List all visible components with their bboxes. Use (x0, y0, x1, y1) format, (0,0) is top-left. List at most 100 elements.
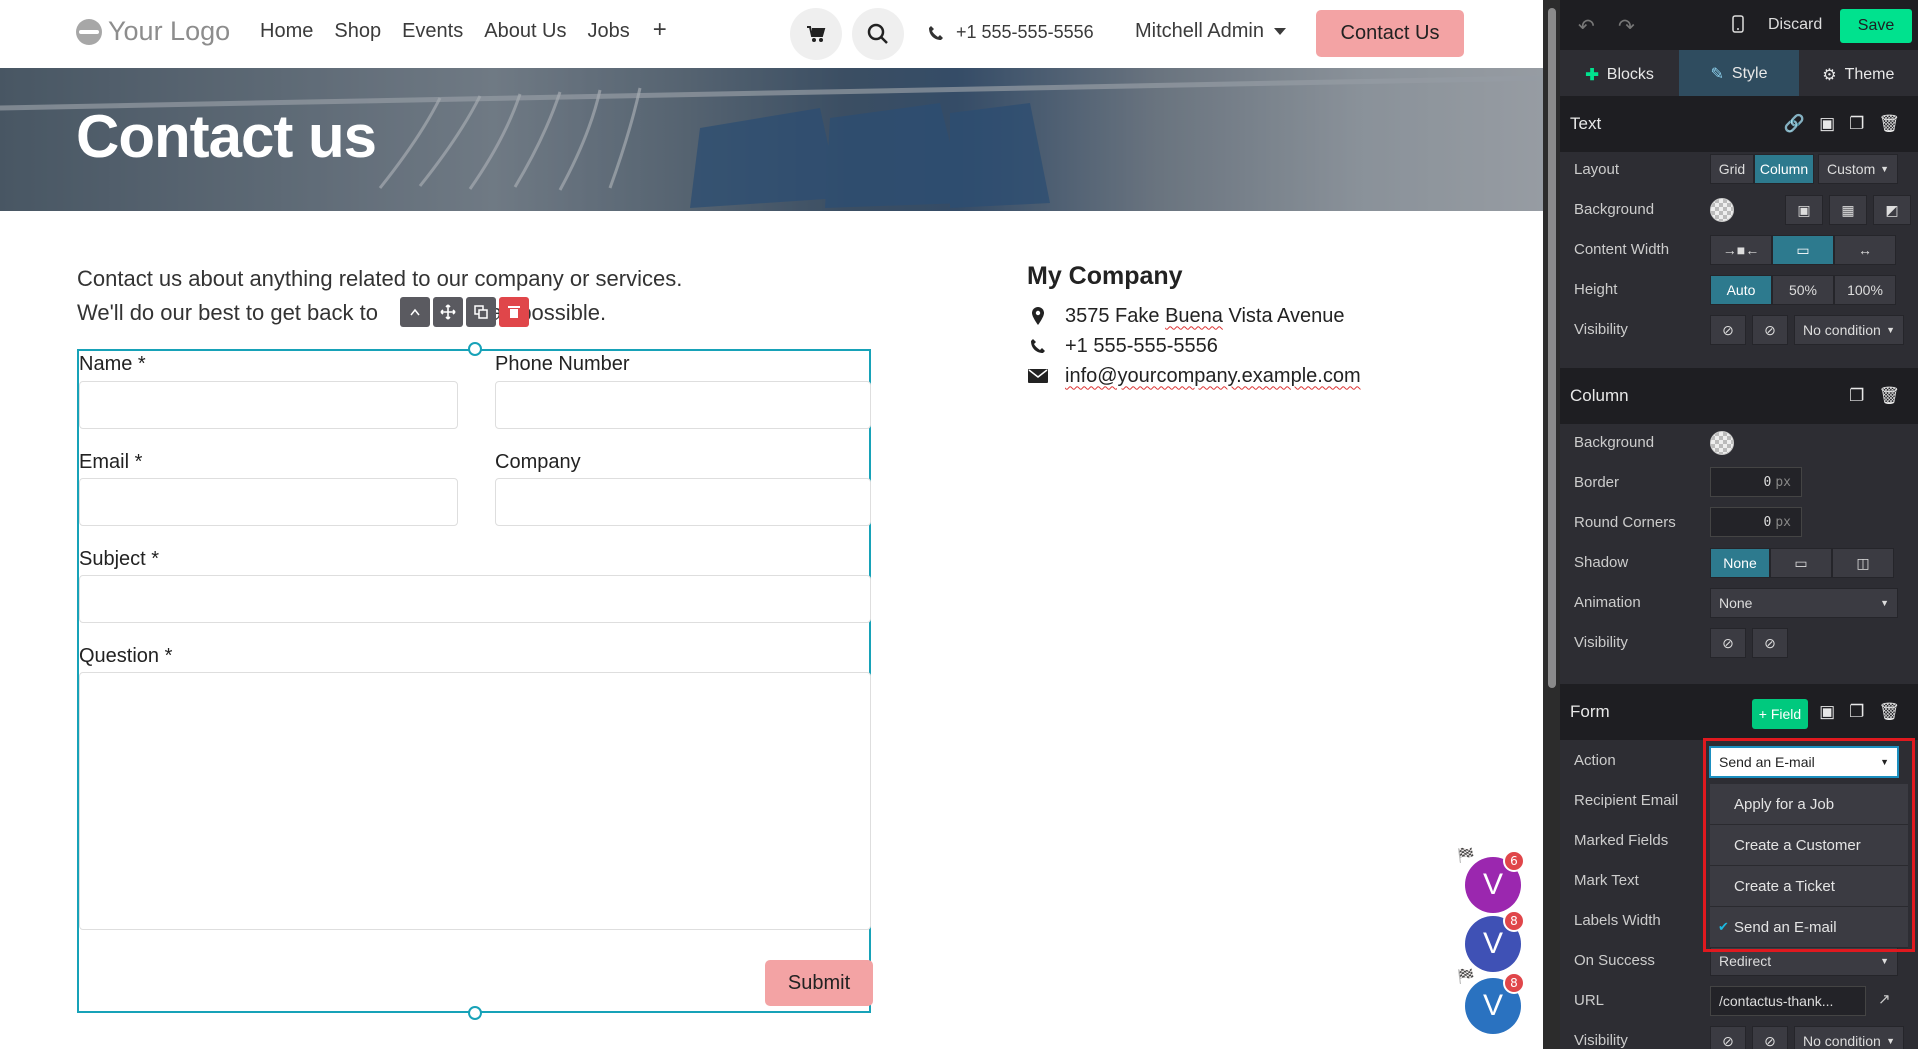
add-field-button[interactable]: + Field (1752, 699, 1808, 729)
action-option-create-ticket[interactable]: Create a Ticket (1710, 866, 1908, 907)
column-visibility-label: Visibility (1574, 634, 1628, 651)
resize-handle-bottom[interactable] (468, 1006, 482, 1020)
editor-panel: ↶ ↷ Discard Save ✚ Blocks ✎ Style ⚙ Theme T… (1560, 0, 1918, 1049)
shadow-none-option[interactable]: None (1710, 548, 1770, 578)
column-background-swatch[interactable] (1710, 431, 1734, 455)
hide-mobile-icon[interactable]: ⊘ (1752, 315, 1788, 345)
save-snippet-icon[interactable]: ▣ (1819, 114, 1835, 134)
company-input[interactable] (495, 478, 871, 526)
trash-icon[interactable]: 🗑 (1878, 702, 1900, 722)
address-part-3: Vista Avenue (1222, 304, 1345, 327)
action-option-send-email[interactable]: ✔ Send an E-mail (1710, 907, 1908, 948)
cart-button[interactable] (790, 8, 842, 60)
tab-theme[interactable]: ⚙ Theme (1799, 50, 1918, 100)
background-color-swatch[interactable] (1710, 198, 1734, 222)
trash-icon[interactable]: 🗑 (1878, 114, 1900, 134)
border-input[interactable]: 0 px (1710, 467, 1802, 497)
phone-icon (1027, 338, 1049, 354)
name-input[interactable] (79, 381, 458, 429)
header-contact-button[interactable]: Contact Us (1316, 10, 1464, 57)
copy-icon[interactable]: ❐ (1849, 702, 1864, 722)
width-full-icon[interactable]: ↔ (1834, 235, 1896, 265)
gradient-icon[interactable]: ◩ (1873, 195, 1911, 225)
round-unit: px (1775, 514, 1791, 530)
height-auto-option[interactable]: Auto (1710, 275, 1772, 305)
nav-shop[interactable]: Shop (334, 20, 381, 43)
hide-mobile-icon[interactable]: ⊘ (1752, 1026, 1788, 1049)
add-menu-item-button[interactable]: + (653, 18, 667, 43)
link-icon[interactable]: 🔗 (1784, 114, 1805, 134)
name-label: Name * (79, 353, 146, 375)
hide-desktop-icon[interactable]: ⊘ (1710, 628, 1746, 658)
copy-icon[interactable]: ❐ (1849, 386, 1864, 406)
user-menu[interactable]: Mitchell Admin (1135, 20, 1286, 43)
contact-form[interactable]: Name * Phone Number Email * Company Subj… (77, 342, 873, 1020)
hide-desktop-icon[interactable]: ⊘ (1710, 315, 1746, 345)
copy-icon[interactable]: ❐ (1849, 114, 1864, 134)
site-logo[interactable]: Your Logo (76, 16, 230, 47)
company-email: info@yourcompany.example.com (1027, 361, 1361, 391)
form-visibility-dropdown[interactable]: No condition ▼ (1794, 1026, 1904, 1049)
undo-icon[interactable]: ↶ (1578, 14, 1595, 39)
page-title: Contact us (76, 103, 377, 170)
action-option-create-customer[interactable]: Create a Customer (1710, 825, 1908, 866)
height-100-option[interactable]: 100% (1834, 275, 1896, 305)
move-icon (440, 304, 456, 320)
layout-column-option[interactable]: Column (1754, 154, 1814, 184)
hide-desktop-icon[interactable]: ⊘ (1710, 1026, 1746, 1049)
tab-style-label: Style (1731, 65, 1768, 82)
envelope-icon (1027, 369, 1049, 383)
question-textarea[interactable] (79, 672, 871, 930)
action-option-apply-job[interactable]: Apply for a Job (1710, 784, 1908, 825)
nav-jobs[interactable]: Jobs (588, 20, 630, 43)
animation-value: None (1719, 595, 1753, 611)
tab-style[interactable]: ✎ Style (1679, 50, 1799, 100)
layout-custom-dropdown[interactable]: Custom ▼ (1818, 154, 1898, 184)
action-select[interactable]: Send an E-mail ▼ (1709, 746, 1899, 778)
search-button[interactable] (852, 8, 904, 60)
delete-button[interactable] (499, 297, 529, 327)
animation-dropdown[interactable]: None ▼ (1710, 588, 1898, 618)
background-label: Background (1574, 201, 1655, 218)
round-value: 0 (1763, 514, 1772, 530)
submit-button[interactable]: Submit (765, 960, 873, 1006)
drag-handle[interactable] (433, 297, 463, 327)
question-label: Question * (79, 645, 173, 667)
discard-button[interactable]: Discard (1768, 16, 1822, 34)
save-snippet-icon[interactable]: ▣ (1819, 702, 1835, 722)
nav-events[interactable]: Events (402, 20, 463, 43)
company-email-address[interactable]: info@yourcompany.example.com (1065, 365, 1361, 388)
hide-mobile-icon[interactable]: ⊘ (1752, 628, 1788, 658)
labels-width-label: Labels Width (1574, 912, 1661, 929)
move-up-button[interactable] (400, 297, 430, 327)
shadow-inset-icon[interactable]: ◫ (1832, 548, 1894, 578)
shadow-outset-icon[interactable]: ▭ (1770, 548, 1832, 578)
editor-toolbar: ↶ ↷ Discard Save (1560, 0, 1918, 50)
height-50-option[interactable]: 50% (1772, 275, 1834, 305)
email-label: Email * (79, 451, 143, 473)
header-phone[interactable]: +1 555-555-5556 (928, 22, 1094, 43)
trash-icon[interactable]: 🗑 (1878, 386, 1900, 406)
external-link-icon[interactable]: ↗ (1878, 990, 1891, 1008)
tab-blocks[interactable]: ✚ Blocks (1560, 50, 1679, 100)
save-button[interactable]: Save (1840, 9, 1912, 43)
layout-grid-option[interactable]: Grid (1710, 154, 1754, 184)
mobile-preview-icon[interactable] (1732, 15, 1744, 33)
email-input[interactable] (79, 478, 458, 526)
width-medium-icon[interactable]: ▭ (1772, 235, 1834, 265)
video-icon[interactable]: ▦ (1829, 195, 1867, 225)
subject-input[interactable] (79, 575, 871, 623)
preview-scrollbar-thumb[interactable] (1548, 8, 1556, 688)
nav-about-us[interactable]: About Us (484, 20, 566, 43)
content-width-label: Content Width (1574, 241, 1670, 258)
phone-input[interactable] (495, 381, 871, 429)
camera-icon[interactable]: ▣ (1785, 195, 1823, 225)
visibility-dropdown[interactable]: No condition ▼ (1794, 315, 1904, 345)
nav-home[interactable]: Home (260, 20, 313, 43)
round-corners-input[interactable]: 0 px (1710, 507, 1802, 537)
redo-icon[interactable]: ↷ (1618, 14, 1635, 39)
resize-handle-top[interactable] (468, 342, 482, 356)
url-input[interactable]: /contactus-thank... (1710, 986, 1866, 1016)
width-small-icon[interactable]: →■← (1710, 235, 1772, 265)
duplicate-button[interactable] (466, 297, 496, 327)
